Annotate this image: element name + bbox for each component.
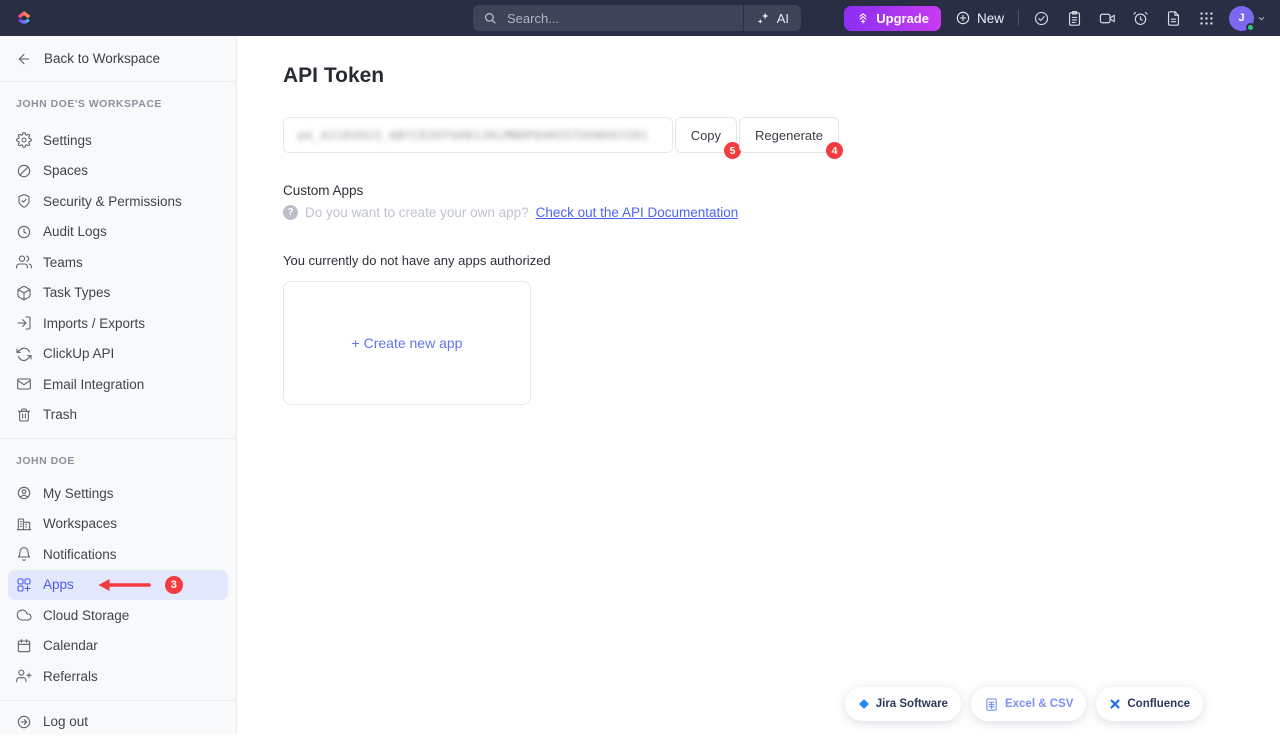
alarm-clock-icon[interactable]: [1132, 10, 1149, 27]
document-icon[interactable]: [1165, 10, 1182, 27]
plus-circle-icon: [955, 10, 971, 26]
users-icon: [16, 254, 32, 270]
sidebar-item-settings[interactable]: Settings: [0, 125, 236, 156]
section-label: JOHN DOE'S WORKSPACE: [16, 97, 220, 111]
new-button[interactable]: New: [955, 10, 1004, 26]
sparkles-icon: [756, 11, 771, 26]
shield-check-icon: [16, 193, 32, 209]
custom-apps-heading: Custom Apps: [283, 183, 1280, 198]
sidebar-item-apps[interactable]: Apps3: [8, 570, 228, 601]
buildings-icon: [16, 516, 32, 532]
masked-token-text: pk_42183923_AB7CD2EFGH81JKLMN0PQ4RS5TUVW…: [298, 129, 649, 142]
integration-pill-confluence[interactable]: Confluence: [1096, 687, 1203, 721]
cube-icon: [16, 285, 32, 301]
avatar: J: [1229, 6, 1254, 31]
search-icon: [483, 11, 497, 25]
ai-label: AI: [777, 11, 789, 26]
excel-csv-icon: [984, 697, 999, 712]
search-bar[interactable]: AI: [473, 5, 801, 31]
copy-button[interactable]: Copy 5: [675, 117, 737, 153]
confluence-icon: [1109, 698, 1121, 710]
sidebar-item-teams[interactable]: Teams: [0, 247, 236, 278]
sidebar-item-cloud-storage[interactable]: Cloud Storage: [0, 600, 236, 631]
custom-apps-help: ? Do you want to create your own app? Ch…: [283, 205, 1280, 220]
user-plus-icon: [16, 668, 32, 684]
sidebar-item-log-out[interactable]: Log out: [0, 707, 236, 737]
divider: [1018, 10, 1019, 26]
check-circle-icon[interactable]: [1033, 10, 1050, 27]
sidebar-item-referrals[interactable]: Referrals: [0, 661, 236, 692]
integration-pill-jira-software[interactable]: Jira Software: [845, 687, 961, 721]
upgrade-button[interactable]: Upgrade: [844, 6, 941, 31]
logout-icon: [16, 714, 32, 730]
envelope-icon: [16, 376, 32, 392]
sidebar-item-audit-logs[interactable]: Audit Logs: [0, 217, 236, 248]
sidebar-item-notifications[interactable]: Notifications: [0, 539, 236, 570]
api-token-row: pk_42183923_AB7CD2EFGH81JKLMN0PQ4RS5TUVW…: [283, 117, 839, 153]
arrow-left-icon: [16, 51, 32, 67]
sidebar-item-imports-exports[interactable]: Imports / Exports: [0, 308, 236, 339]
api-refresh-icon: [16, 346, 32, 362]
annotation-arrow-icon: [97, 578, 151, 592]
sidebar-item-task-types[interactable]: Task Types: [0, 278, 236, 309]
divider: [0, 700, 236, 701]
api-documentation-link[interactable]: Check out the API Documentation: [536, 205, 739, 220]
integration-pill-excel-csv[interactable]: Excel & CSV: [971, 687, 1086, 721]
main-content: API Token pk_42183923_AB7CD2EFGH81JKLMN0…: [238, 36, 1280, 734]
integration-pills: Jira Software Excel & CSV Confluence: [845, 687, 1203, 721]
create-new-app-label: + Create new app: [352, 335, 463, 351]
sidebar-item-spaces[interactable]: Spaces: [0, 156, 236, 187]
chevron-down-icon: [1257, 14, 1266, 23]
bell-icon: [16, 546, 32, 562]
trash-icon: [16, 407, 32, 423]
back-to-workspace-button[interactable]: Back to Workspace: [0, 36, 236, 82]
topbar: AI Upgrade New J: [0, 0, 1280, 36]
online-status-dot: [1246, 23, 1255, 32]
ai-button[interactable]: AI: [744, 5, 801, 31]
gear-icon: [16, 132, 32, 148]
regenerate-button[interactable]: Regenerate 4: [739, 117, 839, 153]
annotation-badge-regenerate: 4: [826, 142, 843, 159]
sidebar-item-workspaces[interactable]: Workspaces: [0, 509, 236, 540]
sidebar-item-email-integration[interactable]: Email Integration: [0, 369, 236, 400]
sidebar-item-my-settings[interactable]: My Settings: [0, 478, 236, 509]
sidebar-item-calendar[interactable]: Calendar: [0, 631, 236, 662]
sidebar-item-trash[interactable]: Trash: [0, 400, 236, 431]
divider: [0, 438, 236, 439]
calendar-icon: [16, 638, 32, 654]
planet-icon: [16, 163, 32, 179]
page-title: API Token: [283, 62, 1280, 90]
clock-icon: [16, 224, 32, 240]
help-text: Do you want to create your own app?: [305, 205, 529, 220]
video-camera-icon[interactable]: [1099, 10, 1116, 27]
user-avatar[interactable]: J: [1229, 6, 1266, 31]
cloud-icon: [16, 607, 32, 623]
question-icon: ?: [283, 205, 298, 220]
import-export-icon: [16, 315, 32, 331]
no-apps-text: You currently do not have any apps autho…: [283, 253, 1280, 268]
api-token-field[interactable]: pk_42183923_AB7CD2EFGH81JKLMN0PQ4RS5TUVW…: [283, 117, 673, 153]
sidebar-item-security-permissions[interactable]: Security & Permissions: [0, 186, 236, 217]
grid-menu-icon[interactable]: [1198, 10, 1215, 27]
clipboard-icon[interactable]: [1066, 10, 1083, 27]
section-label: JOHN DOE: [16, 454, 220, 468]
jira-icon: [858, 698, 870, 710]
create-new-app-card[interactable]: + Create new app: [283, 281, 531, 405]
apps-grid-icon: [16, 577, 32, 593]
user-circle-icon: [16, 485, 32, 501]
clickup-logo-icon[interactable]: [14, 8, 34, 28]
upgrade-icon: [856, 11, 870, 25]
search-input[interactable]: [505, 10, 743, 27]
sidebar-item-clickup-api[interactable]: ClickUp API: [0, 339, 236, 370]
annotation-badge-apps: 3: [165, 576, 183, 594]
settings-sidebar: Back to Workspace JOHN DOE'S WORKSPACE Se…: [0, 36, 237, 734]
